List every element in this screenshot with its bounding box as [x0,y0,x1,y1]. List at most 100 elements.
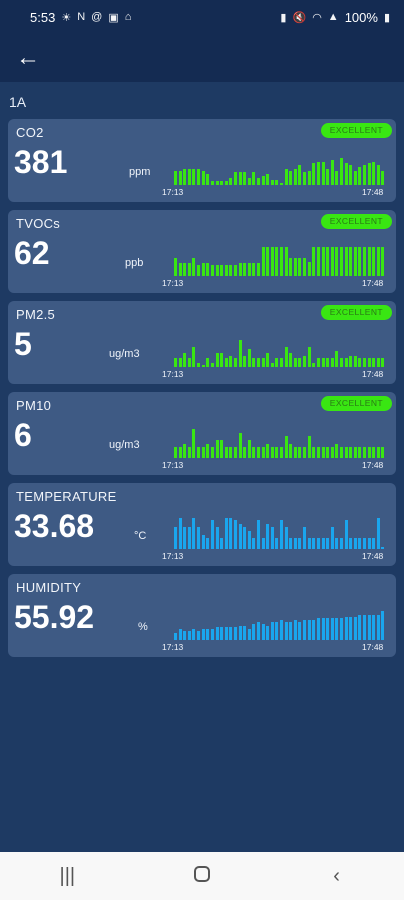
chart-bar [303,356,306,367]
chart-bar [376,447,380,458]
chart-bar [220,627,224,640]
chart-bar [303,527,306,549]
chart-bar [257,447,260,458]
nav-back-icon[interactable]: ‹ [307,865,367,888]
chart-bar [339,447,343,458]
chart-bar [381,170,385,185]
chart-bar [220,181,224,185]
chart-bar [197,631,200,640]
chart-bar [330,527,334,549]
navigation-bar: ||| ‹ [0,852,404,900]
chart-bar [376,358,380,367]
chart-bar [307,436,311,458]
chart-bar [192,518,196,549]
status-time: 5:53 [30,9,56,25]
chart-bar [275,358,279,367]
chart-bar [358,247,362,276]
sensor-unit: % [138,621,148,633]
chart-bar [257,622,260,640]
chart-bar [275,447,279,458]
chart-bar [316,358,320,367]
chart-bar [247,531,251,549]
chart-bar [270,527,274,549]
chart-bar [174,258,177,276]
sensor-value: 62 [14,235,50,271]
chart-bar [353,247,357,276]
chart-end-time: 17:48 [362,369,384,379]
chart-bar [210,447,214,458]
chart-bar [233,358,237,367]
app-icon: @ [91,11,103,23]
chart-bar [187,631,191,640]
back-arrow-icon[interactable]: ← [16,46,40,70]
chart-bar [289,538,293,549]
chart-bar [280,620,283,640]
sensor-card-tvocs[interactable]: TVOCs 62 ppb EXCELLENT 17:13 17:48 [8,210,396,293]
chart-bar [335,538,339,549]
chart-start-time: 17:13 [162,551,184,561]
chart-bar [266,443,270,458]
chart-bar [174,170,177,185]
chart-end-time: 17:48 [362,278,384,288]
chart-bar [178,447,182,458]
chart-bar [201,534,205,549]
chart-bar [372,447,376,458]
chart-bar [206,174,210,185]
sensor-card-pm10[interactable]: PM10 6 ug/m3 EXCELLENT 17:13 17:48 [8,392,396,475]
chart-bar [367,614,371,640]
sensor-unit: °C [134,530,147,542]
chart-bar [321,161,325,185]
chart-bar [372,247,376,276]
chart-bar [344,163,348,185]
chart-bar [229,447,233,458]
chart-bar [339,247,343,276]
chart-bar [372,358,376,367]
chart-bar [280,183,283,185]
chart-bar [178,629,182,640]
chart-start-time: 17:13 [162,642,184,652]
chart-bar [247,629,251,640]
chart-bar [215,627,219,640]
chart-bar [376,614,380,640]
chart-bar [293,538,297,549]
chart-bar [229,356,233,367]
chart-bar [349,247,353,276]
chart-bar [238,625,242,640]
chart-bar [178,170,182,185]
chart-bar [275,538,279,549]
sensor-history-chart [174,604,386,640]
chart-bar [293,168,297,185]
chart-bar [197,363,200,367]
sensor-card-pm25[interactable]: PM2.5 5 ug/m3 EXCELLENT 17:13 17:48 [8,301,396,384]
recent-apps-icon[interactable]: ||| [37,865,97,888]
sensor-history-chart [174,149,386,185]
sensor-card-temperature[interactable]: TEMPERATURE 33.68 °C 17:13 17:48 [8,483,396,566]
chart-bar [229,627,233,640]
chart-bar [174,632,177,640]
chart-bar [174,358,177,367]
sensor-title: TVOCs [16,216,61,231]
chart-bar [178,518,182,549]
sensor-unit: ppb [125,257,144,269]
chart-bar [270,363,274,367]
chart-bar [270,247,274,276]
home-button[interactable] [172,865,232,888]
chart-bar [224,447,228,458]
chart-bar [206,358,210,367]
chart-bar [284,347,288,367]
chart-bar [363,165,366,185]
chart-bar [289,258,293,276]
chart-bar [316,161,320,185]
chart-bar [252,447,256,458]
chart-start-time: 17:13 [162,460,184,470]
chart-bar [349,616,353,640]
chart-bar [312,620,316,640]
chart-bar [326,358,330,367]
chart-bar [381,611,385,640]
status-badge: EXCELLENT [320,214,392,229]
sensor-card-co2[interactable]: CO2 381 ppm EXCELLENT 17:13 17:48 [8,119,396,202]
battery-text: 100% [344,9,378,25]
chart-bar [233,520,237,549]
sensor-card-humidity[interactable]: HUMIDITY 55.92% 17:13 17:48 [8,574,396,657]
sensor-unit: ug/m3 [109,348,140,360]
